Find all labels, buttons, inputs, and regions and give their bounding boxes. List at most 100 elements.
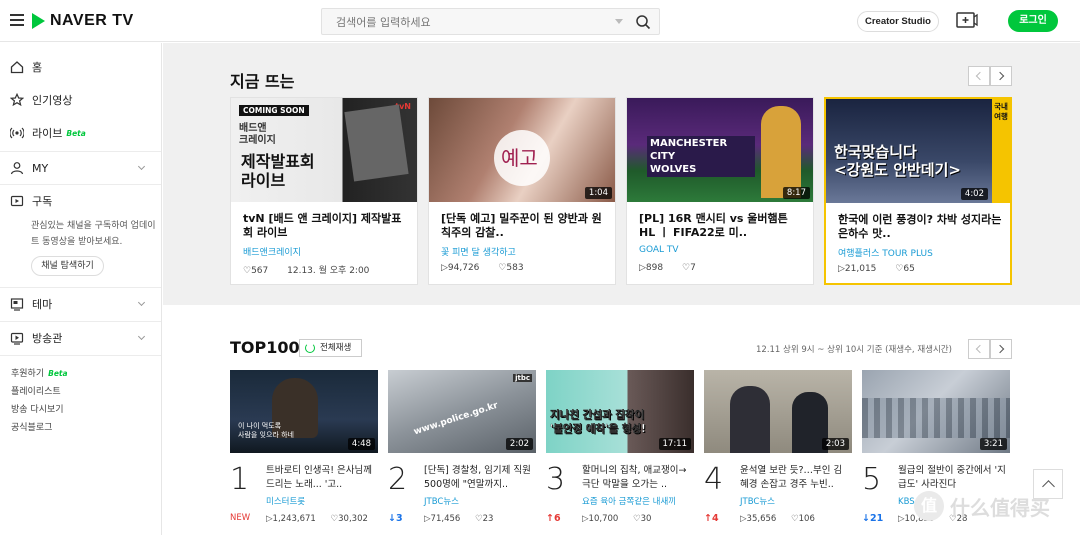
top100-item[interactable]: 2:03 4 윤석열 보란 듯?…부인 김혜경 손잡고 경주 누빈.. JTBC… [704,370,852,535]
video-stats: ▷71,456 ♡23 [424,514,505,524]
likes: ♡106 [791,514,815,524]
video-thumbnail[interactable]: www.police.go.kr jtbc 2:02 [388,370,536,453]
video-stats: ▷1,243,671 ♡30,302 [266,514,380,524]
chevron-down-icon[interactable] [615,19,623,24]
views: ▷35,656 [740,514,777,524]
sidebar-item-live[interactable]: 라이브 Beta [0,117,161,149]
video-card[interactable]: 예고 1:04 [단독 예고] 밀주꾼이 된 양반과 원칙주의 감찰.. 꽃 피… [428,97,616,285]
likes: ♡30 [633,514,652,524]
views-count: 10,700 [588,514,619,524]
next-button[interactable] [990,339,1012,359]
carousel-arrows [968,339,1012,359]
video-thumbnail[interactable]: 이 나이 먹도록 사람을 잊으라 하네 4:48 [230,370,378,453]
video-thumbnail[interactable]: 3:21 [862,370,1010,453]
views: ▷71,456 [424,514,461,524]
rank-change: ↑4 [704,513,719,524]
video-thumbnail[interactable]: MANCHESTER CITY WOLVES 8:17 [627,98,813,202]
channel-name[interactable]: 미스터트롯 [266,495,305,507]
naver-tv-logo[interactable]: NAVER TV [32,12,134,30]
login-button[interactable]: 로그인 [1008,10,1058,32]
video-title[interactable]: tvN [배드 앤 크레이지] 제작발표회 라이브 [243,212,407,240]
watermark: 值什么值得买 [914,488,1074,524]
home-icon [10,61,24,74]
prev-button[interactable] [968,66,990,86]
sidebar-item-broadcast[interactable]: 방송관 [0,322,161,354]
video-card[interactable]: 국내여행 한국맞습니다 <강원도 안반데기> 4:02 한국에 이런 풍경이? … [824,97,1012,285]
video-stats: ▷10,700 ♡30 [582,514,663,524]
views-count: 94,726 [447,263,480,273]
rank-number: 2 [388,462,408,497]
top100-item[interactable]: www.police.go.kr jtbc 2:02 2 [단독] 경찰청, 임… [388,370,536,535]
thumb-caption: MANCHESTER CITY WOLVES [647,136,755,177]
sidebar-label: MY [32,161,49,175]
likes: ♡23 [475,514,494,524]
video-title[interactable]: [단독] 경찰청, 임기제 직원 500명에 "연말까지.. [424,464,532,492]
channel-name[interactable]: 여행플러스 TOUR PLUS [838,246,933,259]
beta-badge: Beta [48,369,68,378]
chevron-left-icon [975,71,985,81]
play-all-button[interactable]: 전체재생 [299,339,362,357]
channel-name[interactable]: JTBC뉴스 [424,495,459,507]
channel-name[interactable]: 배드앤크레이지 [243,245,301,258]
video-thumbnail[interactable]: 국내여행 한국맞습니다 <강원도 안반데기> 4:02 [826,99,1010,203]
beta-badge: Beta [66,128,86,138]
chevron-down-icon[interactable] [137,162,146,171]
sidebar-item-theme[interactable]: 테마 [0,288,161,320]
chevron-down-icon[interactable] [137,298,146,307]
views-count: 21,015 [844,264,877,274]
prev-button[interactable] [968,339,990,359]
channel-name[interactable]: GOAL TV [639,245,679,255]
video-stats: ▷35,656 ♡106 [740,514,827,524]
video-title[interactable]: [단독 예고] 밀주꾼이 된 양반과 원칙주의 감찰.. [441,212,605,240]
likes-count: 106 [798,514,815,524]
ranking-basis: 12.11 상위 9시 ~ 상위 10시 기준 (재생수, 재생시간) [756,345,952,355]
video-title[interactable]: 할머니의 집착, 애교쟁이→극단 막말을 오가는 .. [582,464,690,492]
sponsor-link[interactable]: 후원하기 Beta [11,366,68,379]
sidebar-label: 구독 [32,195,53,208]
play-logo-icon [32,13,45,29]
search-box [321,8,660,35]
channel-name[interactable]: 요즘 육아 금쪽같은 내새끼 [582,495,676,507]
video-title[interactable]: 윤석열 보란 듯?…부인 김혜경 손잡고 경주 누빈.. [740,464,848,492]
blog-link[interactable]: 공식블로그 [11,420,52,433]
sidebar-item-home[interactable]: 홈 [0,51,161,83]
replay-icon [305,343,315,353]
video-stats: ♡567 12.13. 월 오후 2:00 [243,263,377,276]
search-icon[interactable] [635,14,651,30]
creator-studio-button[interactable]: Creator Studio [857,11,939,32]
subscribe-description: 관심있는 채널을 구독하여 업데이트 동영상을 받아보세요. [31,221,156,247]
explore-channels-button[interactable]: 채널 탐색하기 [31,256,104,276]
thumb-building [862,398,1010,438]
video-thumbnail[interactable]: 2:03 [704,370,852,453]
views: ▷94,726 [441,263,480,273]
video-thumbnail[interactable]: 예고 1:04 [429,98,615,202]
top100-item[interactable]: 이 나이 먹도록 사람을 잊으라 하네 4:48 1 트바로티 인생곡! 은사님… [230,370,378,535]
menu-icon[interactable] [10,14,24,26]
channel-name[interactable]: 꽃 피면 달 생각하고 [441,245,516,258]
next-button[interactable] [990,66,1012,86]
video-thumbnail[interactable]: COMING SOON tvN 배드앤 크레이지 제작발표회 라이브 [231,98,417,202]
top100-item[interactable]: 지나친 간섭과 집착이 '불안정 애착'을 형성! 17:11 3 할머니의 집… [546,370,694,535]
channel-name[interactable]: JTBC뉴스 [740,495,775,507]
chevron-down-icon[interactable] [137,332,146,341]
upload-video-icon[interactable] [956,11,978,29]
video-title[interactable]: 한국에 이런 풍경이? 차박 성지라는 은하수 맛.. [838,213,1002,241]
sidebar-item-popular[interactable]: 인기영상 [0,84,161,116]
views-count: 1,243,671 [272,514,316,524]
video-title[interactable]: [PL] 16R 맨시티 vs 울버햄튼 HL ㅣ FIFA22로 미.. [639,212,803,240]
thumb-player [761,106,801,198]
video-title[interactable]: 트바로티 인생곡! 은사님께 드리는 노래... '고.. [266,464,374,492]
sidebar-label: 홈 [32,61,43,74]
video-card[interactable]: COMING SOON tvN 배드앤 크레이지 제작발표회 라이브 tvN [… [230,97,418,285]
search-input[interactable] [336,13,606,31]
video-card[interactable]: MANCHESTER CITY WOLVES 8:17 [PL] 16R 맨시티… [626,97,814,285]
playlist-link[interactable]: 플레이리스트 [11,384,61,397]
rewatch-link[interactable]: 방송 다시보기 [11,402,64,415]
coming-soon-badge: COMING SOON [239,105,309,116]
rank-change: NEW [230,513,251,523]
video-thumbnail[interactable]: 지나친 간섭과 집착이 '불안정 애착'을 형성! 17:11 [546,370,694,453]
sidebar-item-subscribe[interactable]: 구독 [0,185,161,217]
divider [0,355,161,356]
date: 12.13. 월 오후 2:00 [287,266,370,276]
sidebar-item-my[interactable]: MY [0,152,161,184]
